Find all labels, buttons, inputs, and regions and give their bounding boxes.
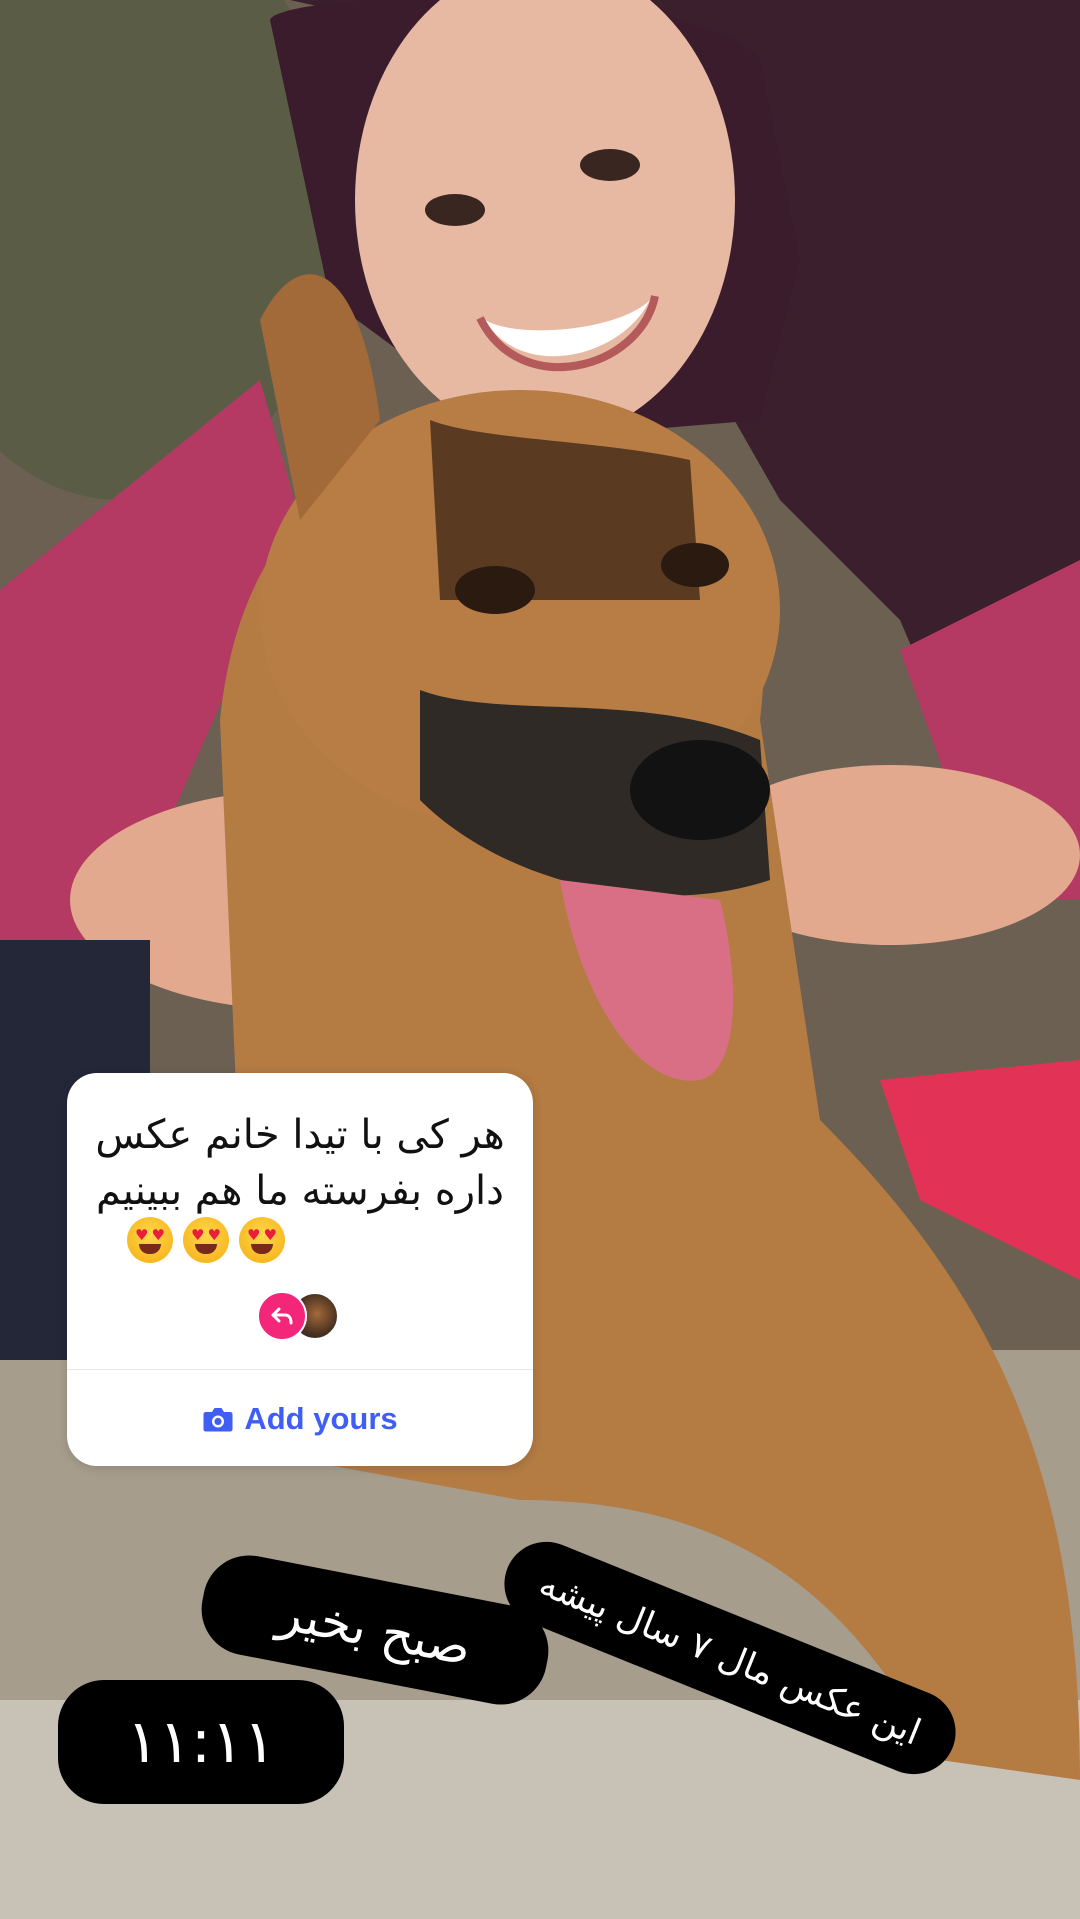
add-yours-button[interactable]: Add yours <box>67 1393 533 1445</box>
heart-eyes-emoji-icon <box>127 1217 173 1263</box>
add-yours-label: Add yours <box>244 1401 398 1436</box>
participants-avatars[interactable] <box>257 1291 347 1341</box>
reply-arrow-icon[interactable] <box>257 1291 307 1341</box>
heart-eyes-emoji-icon <box>239 1217 285 1263</box>
greeting-text: صبح بخیر <box>273 1582 477 1678</box>
divider <box>67 1369 533 1370</box>
heart-eyes-emoji-icon <box>183 1217 229 1263</box>
time-text: ۱۱:۱۱ <box>126 1707 276 1777</box>
time-text-sticker[interactable]: ۱۱:۱۱ <box>58 1680 344 1804</box>
sticker-prompt: هر کی با تیدا خانم عکس داره بفرسته ما هم… <box>95 1112 505 1214</box>
camera-icon <box>203 1408 233 1432</box>
add-yours-sticker[interactable]: هر کی با تیدا خانم عکس داره بفرسته ما هم… <box>67 1073 533 1466</box>
emoji-row <box>127 1217 285 1263</box>
